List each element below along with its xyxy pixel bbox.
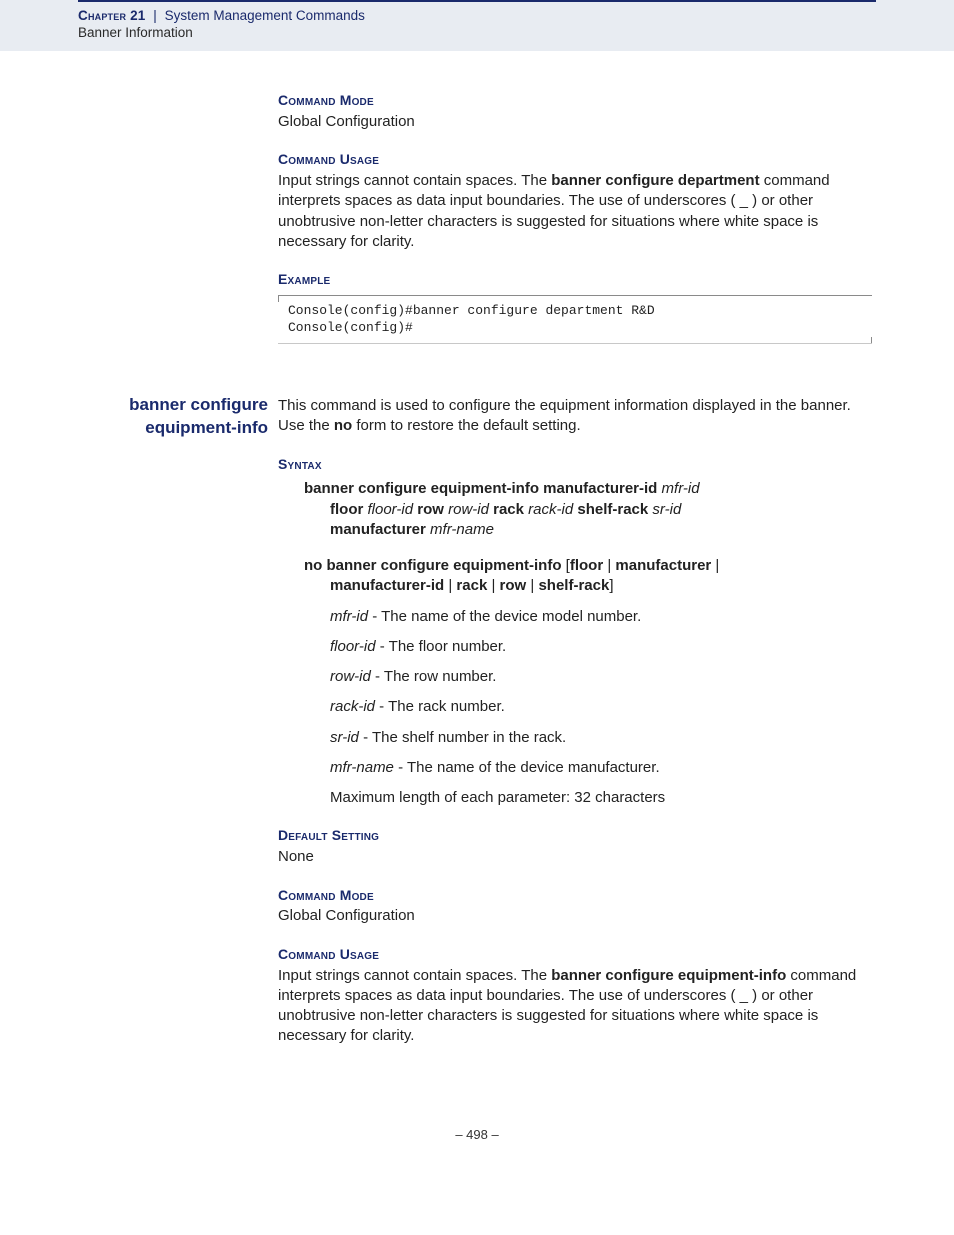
section-example: Example xyxy=(278,270,876,289)
chapter-subtitle: Banner Information xyxy=(78,25,876,40)
chapter-separator: | xyxy=(153,8,157,23)
command-title-line2: equipment-info xyxy=(78,417,268,440)
chapter-number: Chapter 21 xyxy=(78,8,146,23)
command-title-line1: banner configure xyxy=(78,394,268,417)
command-usage-body-2: Input strings cannot contain spaces. The… xyxy=(278,966,876,1047)
section-command-mode: Command Mode xyxy=(278,91,876,110)
command-intro: This command is used to configure the eq… xyxy=(278,396,876,437)
parameter-list: mfr-id - The name of the device model nu… xyxy=(330,607,876,809)
section-command-usage-2: Command Usage xyxy=(278,945,876,964)
chapter-title: System Management Commands xyxy=(165,8,365,23)
page-header: Chapter 21 | System Management Commands … xyxy=(0,0,954,51)
section-syntax: Syntax xyxy=(278,455,876,474)
command-mode-body-2: Global Configuration xyxy=(278,906,876,926)
default-setting-body: None xyxy=(278,847,876,867)
page-number: – 498 – xyxy=(78,1127,876,1182)
section-command-mode-2: Command Mode xyxy=(278,886,876,905)
command-usage-body: Input strings cannot contain spaces. The… xyxy=(278,171,876,252)
section-command-usage: Command Usage xyxy=(278,150,876,169)
example-code: Console(config)#banner configure departm… xyxy=(278,295,872,344)
section-default-setting: Default Setting xyxy=(278,826,876,845)
syntax-form-2: no banner configure equipment-info [floo… xyxy=(304,556,876,597)
command-mode-body: Global Configuration xyxy=(278,112,876,132)
syntax-form-1: banner configure equipment-info manufact… xyxy=(304,479,876,540)
